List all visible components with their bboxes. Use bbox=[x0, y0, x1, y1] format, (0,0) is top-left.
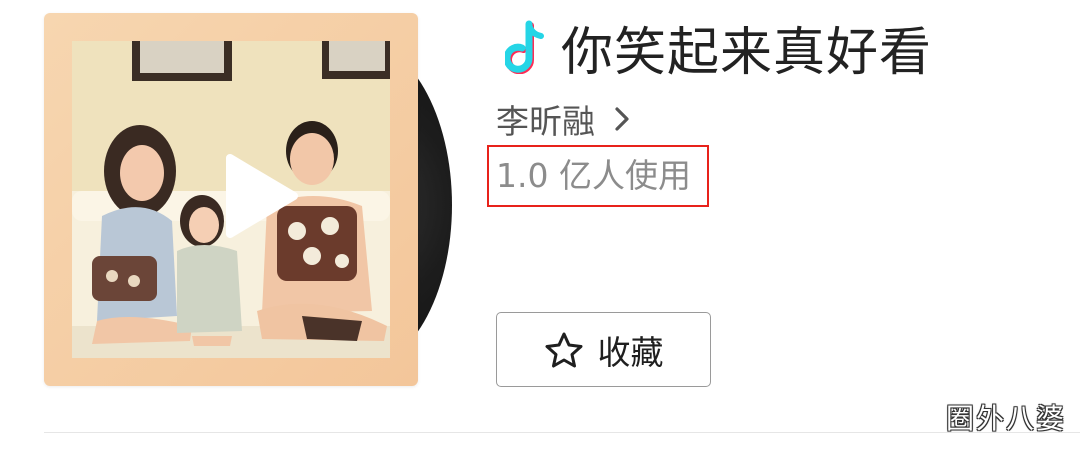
song-title: 你笑起来真好看 bbox=[561, 22, 933, 83]
divider bbox=[44, 432, 1080, 433]
tiktok-note-icon bbox=[505, 20, 544, 74]
star-outline-icon bbox=[545, 332, 582, 367]
song-title-row: 你笑起来真好看 bbox=[505, 12, 933, 83]
play-icon[interactable] bbox=[206, 146, 306, 246]
artist-link[interactable]: 李昕融 bbox=[496, 96, 631, 142]
favorite-button[interactable]: 收藏 bbox=[496, 312, 711, 387]
music-detail-page: 你笑起来真好看 李昕融 1.0 亿人使用 收藏 圈外八婆 bbox=[0, 0, 1080, 455]
artist-name: 李昕融 bbox=[496, 102, 595, 141]
chevron-right-icon bbox=[615, 107, 629, 131]
favorite-label: 收藏 bbox=[597, 332, 664, 372]
album-cover[interactable] bbox=[44, 13, 418, 386]
watermark: 圈外八婆 bbox=[945, 402, 1066, 435]
usage-count: 1.0 亿人使用 bbox=[496, 156, 691, 195]
